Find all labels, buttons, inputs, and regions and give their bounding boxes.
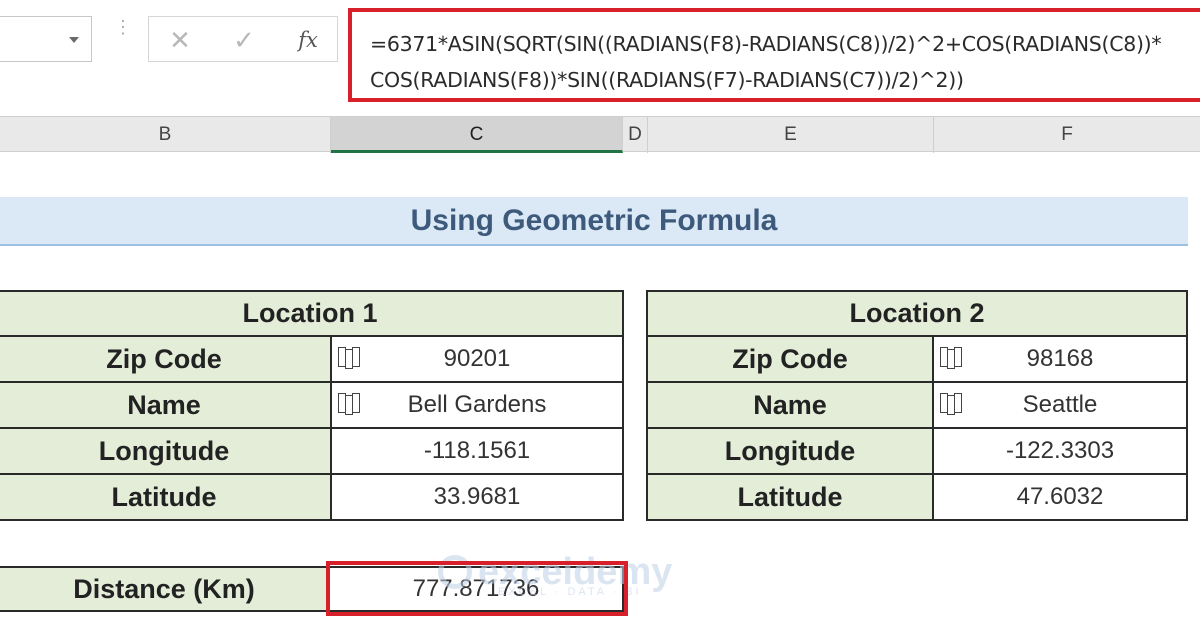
location1-latitude-value[interactable]: 33.9681 [330, 473, 624, 521]
name-box[interactable] [0, 16, 92, 62]
location2-name-text: Seattle [1022, 391, 1098, 418]
formula-line-1: =6371*ASIN(SQRT(SIN((RADIANS(F8)-RADIANS… [370, 32, 1162, 56]
location2-latitude-label[interactable]: Latitude [646, 473, 934, 521]
map-icon[interactable] [338, 347, 360, 369]
column-header-d[interactable]: D [623, 117, 648, 153]
formula-line-2: COS(RADIANS(F8))*SIN((RADIANS(F7)-RADIAN… [370, 68, 964, 92]
enter-icon[interactable]: ✓ [224, 20, 264, 60]
formula-input[interactable]: =6371*ASIN(SQRT(SIN((RADIANS(F8)-RADIANS… [348, 8, 1200, 102]
location2-zip-value[interactable]: 98168 [932, 335, 1188, 383]
location1-name-text: Bell Gardens [407, 391, 547, 418]
sheet-title[interactable]: Using Geometric Formula [0, 197, 1188, 246]
column-header-b[interactable]: B [0, 117, 331, 153]
location2-header[interactable]: Location 2 [646, 290, 1188, 337]
location1-name-value[interactable]: Bell Gardens [330, 381, 624, 429]
map-icon[interactable] [940, 393, 962, 415]
location2-name-label[interactable]: Name [646, 381, 934, 429]
location1-longitude-value[interactable]: -118.1561 [330, 427, 624, 475]
location2-latitude-value[interactable]: 47.6032 [932, 473, 1188, 521]
location2-name-value[interactable]: Seattle [932, 381, 1188, 429]
location2-zip-label[interactable]: Zip Code [646, 335, 934, 383]
column-header-f[interactable]: F [934, 117, 1200, 153]
distance-label[interactable]: Distance (Km) [0, 566, 332, 612]
chevron-down-icon[interactable] [69, 37, 79, 43]
location1-latitude-label[interactable]: Latitude [0, 473, 332, 521]
location2-zip-text: 98168 [1026, 345, 1094, 372]
location1-name-label[interactable]: Name [0, 381, 332, 429]
location1-zip-label[interactable]: Zip Code [0, 335, 332, 383]
formula-bar-area: ⋮ ✕ ✓ fx =6371*ASIN(SQRT(SIN((RADIANS(F8… [0, 0, 1200, 112]
location2-longitude-label[interactable]: Longitude [646, 427, 934, 475]
drag-handle-icon[interactable]: ⋮ [114, 18, 132, 56]
column-header-c[interactable]: C [331, 117, 623, 153]
location1-header[interactable]: Location 1 [0, 290, 624, 337]
location2-longitude-value[interactable]: -122.3303 [932, 427, 1188, 475]
map-icon[interactable] [338, 393, 360, 415]
map-icon[interactable] [940, 347, 962, 369]
location1-zip-text: 90201 [443, 345, 511, 372]
location1-zip-value[interactable]: 90201 [330, 335, 624, 383]
distance-highlight-box [326, 561, 628, 616]
column-header-row: B C D E F [0, 116, 1200, 153]
cancel-icon[interactable]: ✕ [160, 20, 200, 60]
location1-longitude-label[interactable]: Longitude [0, 427, 332, 475]
column-header-e[interactable]: E [648, 117, 934, 153]
insert-function-button[interactable]: fx [288, 20, 328, 60]
